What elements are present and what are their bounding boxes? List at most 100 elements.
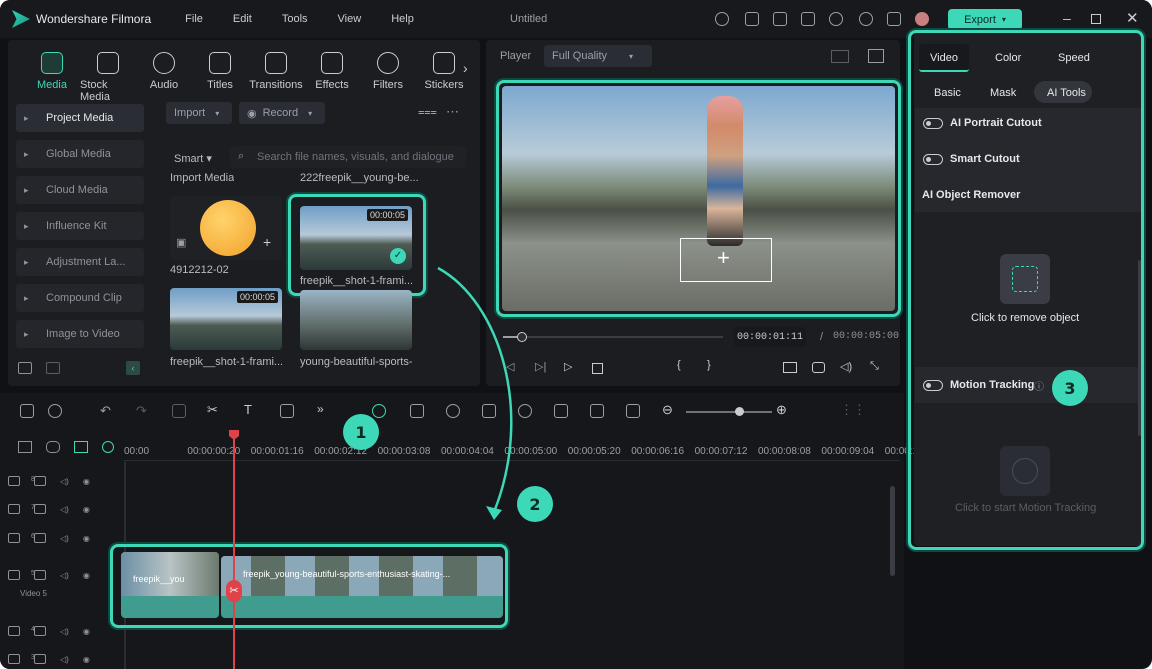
- eye-icon[interactable]: ◉: [83, 571, 90, 580]
- scissors-icon[interactable]: ✂: [207, 402, 218, 418]
- lock-icon[interactable]: [34, 654, 46, 664]
- marker-icon[interactable]: [102, 441, 114, 453]
- fullscreen-icon[interactable]: ⤡: [870, 360, 879, 373]
- undo-icon[interactable]: ↶: [100, 403, 111, 419]
- snapshot-view-icon[interactable]: [868, 49, 884, 63]
- tab-audio[interactable]: Audio: [136, 52, 192, 103]
- lock-icon[interactable]: [34, 476, 46, 486]
- media-thumb[interactable]: [300, 290, 412, 350]
- delete-icon[interactable]: [172, 404, 186, 418]
- quality-dropdown[interactable]: Full Quality ▾: [544, 45, 652, 67]
- track-layout-icon[interactable]: ⋮⋮: [840, 402, 866, 418]
- search-input[interactable]: Search file names, visuals, and dialogue: [257, 151, 454, 163]
- audio-icon[interactable]: ◁): [60, 534, 69, 543]
- chevron-right-icon[interactable]: ›: [463, 60, 468, 76]
- lock-icon[interactable]: [34, 504, 46, 514]
- timeline-scrollbar[interactable]: [890, 486, 895, 576]
- eye-icon[interactable]: ◉: [83, 627, 90, 636]
- menu-edit[interactable]: Edit: [233, 13, 252, 25]
- avatar[interactable]: [915, 12, 929, 26]
- apps-icon[interactable]: [887, 12, 901, 26]
- eye-icon[interactable]: ◉: [83, 505, 90, 514]
- display-icon[interactable]: [783, 362, 797, 373]
- lock-icon[interactable]: [34, 533, 46, 543]
- menu-help[interactable]: Help: [391, 13, 414, 25]
- menu-view[interactable]: View: [338, 13, 362, 25]
- export-button[interactable]: Export ▾: [948, 9, 1022, 30]
- audio-icon[interactable]: ◁): [60, 571, 69, 580]
- new-folder-icon[interactable]: [18, 362, 32, 374]
- audio-icon[interactable]: ◁): [60, 505, 69, 514]
- layout-icon[interactable]: [773, 12, 787, 26]
- sidebar-item-compound-clip[interactable]: Compound Clip: [16, 284, 144, 312]
- add-track-icon[interactable]: [18, 441, 32, 453]
- lock-icon[interactable]: [34, 626, 46, 636]
- tab-transitions[interactable]: Transitions: [248, 52, 304, 103]
- zoom-in-icon[interactable]: ⊕: [776, 402, 787, 418]
- play-icon[interactable]: ▷: [564, 360, 572, 373]
- tab-filters[interactable]: Filters: [360, 52, 416, 103]
- layout-grid-icon[interactable]: [20, 404, 34, 418]
- mark-in-icon[interactable]: {: [677, 359, 681, 371]
- fit-icon[interactable]: [626, 404, 640, 418]
- audio-icon[interactable]: ◁): [60, 477, 69, 486]
- link-icon[interactable]: [46, 441, 60, 453]
- media-thumb[interactable]: 00:00:05: [170, 288, 282, 350]
- folder-icon[interactable]: [46, 362, 60, 374]
- save-icon[interactable]: [801, 12, 815, 26]
- magnet-icon[interactable]: [74, 441, 88, 453]
- zoom-out-icon[interactable]: ⊖: [662, 402, 673, 418]
- ai-tool-icon[interactable]: [372, 404, 386, 418]
- close-icon[interactable]: ✕: [1126, 9, 1139, 27]
- search-field[interactable]: ⌕ Search file names, visuals, and dialog…: [230, 146, 466, 168]
- sidebar-item-adjustment-layer[interactable]: Adjustment La...: [16, 248, 144, 276]
- more-icon[interactable]: ⋯: [446, 104, 459, 120]
- select-tool-icon[interactable]: [48, 404, 62, 418]
- eye-icon[interactable]: ◉: [83, 534, 90, 543]
- minimize-icon[interactable]: –: [1063, 10, 1071, 26]
- add-icon[interactable]: +: [263, 234, 271, 250]
- crop-icon[interactable]: [280, 404, 294, 418]
- text-tool-icon[interactable]: T: [244, 402, 252, 417]
- keyframe-icon[interactable]: [590, 404, 604, 418]
- eye-icon[interactable]: ◉: [83, 477, 90, 486]
- media-thumb-emoji[interactable]: ▣ +: [170, 196, 282, 260]
- more-tools-icon[interactable]: »: [317, 402, 324, 416]
- cloud-icon[interactable]: [829, 12, 843, 26]
- tab-media[interactable]: Media: [24, 52, 80, 103]
- collapse-icon[interactable]: ‹: [126, 361, 140, 375]
- sidebar-item-image-to-video[interactable]: Image to Video: [16, 320, 144, 348]
- sidebar-item-global-media[interactable]: Global Media: [16, 140, 144, 168]
- record-button[interactable]: ◉ Record ▾: [239, 102, 325, 124]
- audio-icon[interactable]: ◁): [60, 655, 69, 664]
- playhead[interactable]: [233, 436, 235, 669]
- grid-icon[interactable]: [745, 12, 759, 26]
- camera-icon[interactable]: [812, 362, 825, 373]
- stop-icon[interactable]: [592, 363, 603, 374]
- sidebar-item-project-media[interactable]: Project Media: [16, 104, 144, 132]
- tab-effects[interactable]: Effects: [304, 52, 360, 103]
- zoom-handle[interactable]: [735, 407, 744, 416]
- tab-titles[interactable]: Titles: [192, 52, 248, 103]
- maximize-icon[interactable]: [1091, 14, 1101, 24]
- eye-icon[interactable]: ◉: [83, 655, 90, 664]
- audio-icon[interactable]: ◁): [60, 627, 69, 636]
- split-scissors-icon[interactable]: ✂: [226, 580, 242, 602]
- sort-dropdown[interactable]: Smart ▾: [174, 152, 212, 165]
- snapshot-icon[interactable]: [410, 404, 424, 418]
- zoom-slider[interactable]: [686, 411, 772, 413]
- sidebar-item-influence-kit[interactable]: Influence Kit: [16, 212, 144, 240]
- mark-out-icon[interactable]: }: [707, 359, 711, 371]
- menu-tools[interactable]: Tools: [282, 13, 308, 25]
- tab-stock-media[interactable]: Stock Media: [80, 52, 136, 103]
- redo-icon[interactable]: ↷: [136, 403, 147, 419]
- send-icon[interactable]: [715, 12, 729, 26]
- filter-icon[interactable]: ⩶: [418, 106, 437, 119]
- headset-icon[interactable]: [859, 12, 873, 26]
- menu-file[interactable]: File: [185, 13, 203, 25]
- compare-icon[interactable]: [831, 50, 849, 63]
- music-icon[interactable]: [554, 404, 568, 418]
- sidebar-item-cloud-media[interactable]: Cloud Media: [16, 176, 144, 204]
- import-button[interactable]: Import ▾: [166, 102, 232, 124]
- volume-icon[interactable]: ◁): [840, 360, 852, 373]
